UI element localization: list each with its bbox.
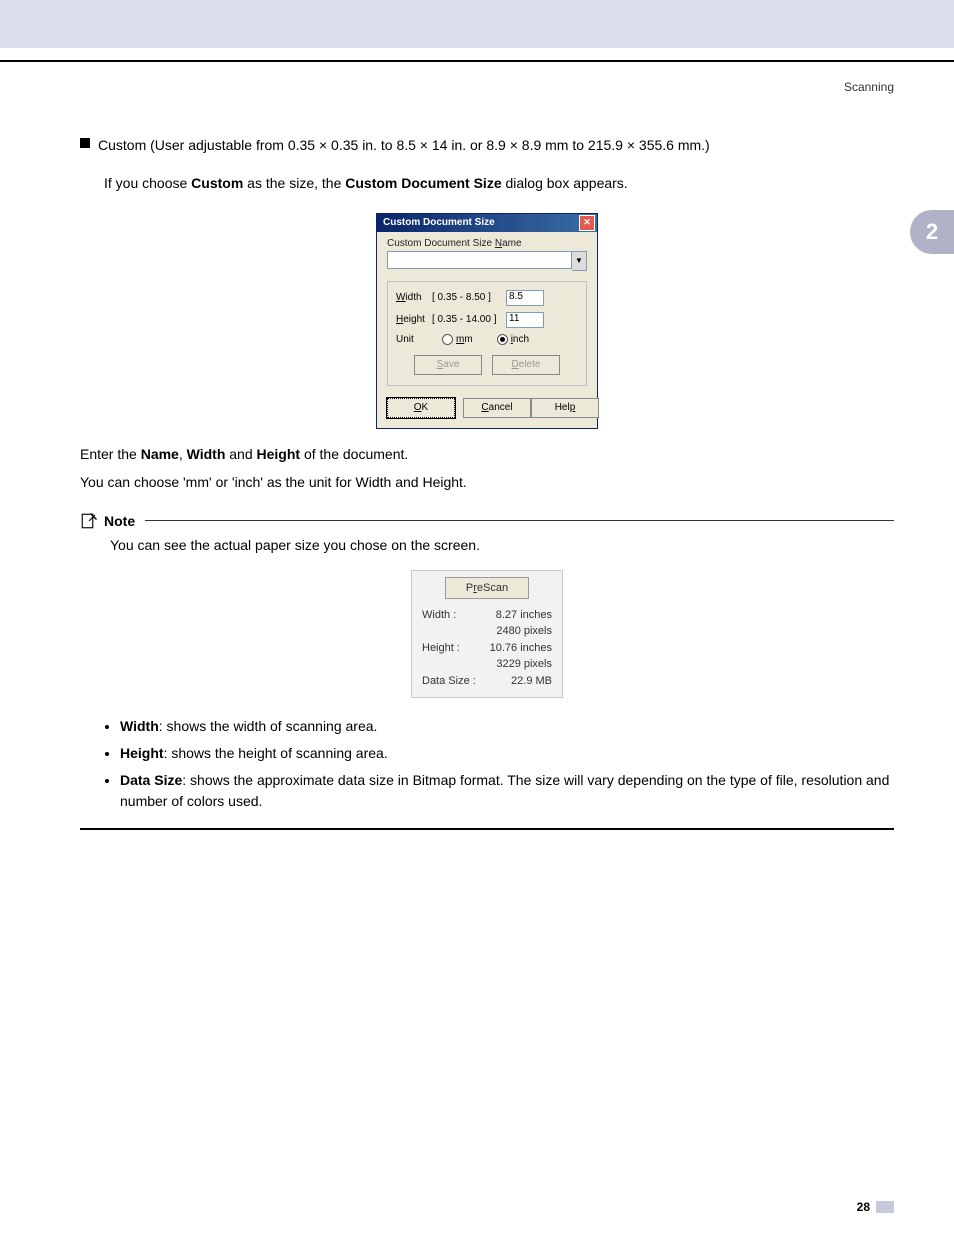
prescan-datasize-row: Data Size :22.9 MB <box>422 673 552 690</box>
height-label: Height <box>396 314 432 325</box>
cancel-button[interactable]: Cancel <box>463 398 531 418</box>
help-button[interactable]: Help <box>531 398 599 418</box>
width-input[interactable]: 8.5 <box>506 290 544 306</box>
name-label: Custom Document Size Name <box>387 238 587 249</box>
page-content: Scanning Custom (User adjustable from 0.… <box>0 80 954 1214</box>
prescan-button[interactable]: PreScan <box>445 577 529 599</box>
note-line <box>145 520 894 521</box>
width-label: Width <box>396 292 432 303</box>
custom-size-text: Custom (User adjustable from 0.35 × 0.35… <box>98 134 710 156</box>
page-header-label: Scanning <box>80 80 894 94</box>
unit-mm-radio[interactable] <box>442 334 453 345</box>
save-button[interactable]: Save <box>414 355 482 375</box>
unit-row: Unit mm inch <box>396 334 578 345</box>
unit-inch-radio[interactable] <box>497 334 508 345</box>
unit-inch-label: inch <box>511 334 529 345</box>
delete-button[interactable]: Delete <box>492 355 560 375</box>
dimension-group: Width [ 0.35 - 8.50 ] 8.5 Height [ 0.35 … <box>387 281 587 386</box>
save-delete-row: Save Delete <box>396 355 578 375</box>
dialog-wrapper: Custom Document Size ✕ Custom Document S… <box>80 213 894 429</box>
enter-line: Enter the Name, Width and Height of the … <box>80 443 894 465</box>
name-input[interactable] <box>387 251 572 269</box>
width-row: Width [ 0.35 - 8.50 ] 8.5 <box>396 290 578 306</box>
ok-button[interactable]: OK <box>387 398 455 418</box>
unit-mm-label: mm <box>456 334 473 345</box>
height-range: [ 0.35 - 14.00 ] <box>432 314 506 325</box>
page-number-row: 28 <box>80 1200 894 1214</box>
note-body: You can see the actual paper size you ch… <box>110 534 894 556</box>
dialog-body: Custom Document Size Name ▼ Width [ 0.35… <box>377 232 597 392</box>
page-mark-icon <box>876 1201 894 1213</box>
header-separator <box>0 60 954 62</box>
chevron-down-icon[interactable]: ▼ <box>572 251 587 271</box>
note-label: Note <box>104 513 135 529</box>
list-item: Height: shows the height of scanning are… <box>120 743 894 764</box>
width-range: [ 0.35 - 8.50 ] <box>432 292 506 303</box>
prescan-width-px-row: 2480 pixels <box>422 623 552 640</box>
custom-size-line: Custom (User adjustable from 0.35 × 0.35… <box>80 134 894 162</box>
close-icon[interactable]: ✕ <box>579 215 595 231</box>
dialog-footer: OK Cancel Help <box>377 392 597 428</box>
note-icon <box>80 512 98 530</box>
custom-line2: If you choose Custom as the size, the Cu… <box>104 172 894 194</box>
list-item: Width: shows the width of scanning area. <box>120 716 894 737</box>
height-input[interactable]: 11 <box>506 312 544 328</box>
prescan-panel: PreScan Width :8.27 inches 2480 pixels H… <box>411 570 563 699</box>
unit-text: You can choose 'mm' or 'inch' as the uni… <box>80 471 894 493</box>
prescan-height-row: Height :10.76 inches <box>422 640 552 657</box>
section-end-rule <box>80 828 894 830</box>
page-number: 28 <box>857 1200 870 1214</box>
top-banner <box>0 0 954 48</box>
definitions-list: Width: shows the width of scanning area.… <box>80 716 894 812</box>
unit-label: Unit <box>396 334 432 345</box>
custom-document-size-dialog: Custom Document Size ✕ Custom Document S… <box>376 213 598 429</box>
prescan-width-row: Width :8.27 inches <box>422 607 552 624</box>
prescan-height-px-row: 3229 pixels <box>422 656 552 673</box>
dialog-title: Custom Document Size <box>383 217 495 228</box>
list-item: Data Size: shows the approximate data si… <box>120 770 894 812</box>
square-bullet-icon <box>80 138 90 148</box>
height-row: Height [ 0.35 - 14.00 ] 11 <box>396 312 578 328</box>
prescan-panel-wrap: PreScan Width :8.27 inches 2480 pixels H… <box>80 570 894 699</box>
dialog-titlebar: Custom Document Size ✕ <box>377 214 597 232</box>
name-combobox[interactable]: ▼ <box>387 251 587 271</box>
note-header: Note <box>80 512 894 530</box>
